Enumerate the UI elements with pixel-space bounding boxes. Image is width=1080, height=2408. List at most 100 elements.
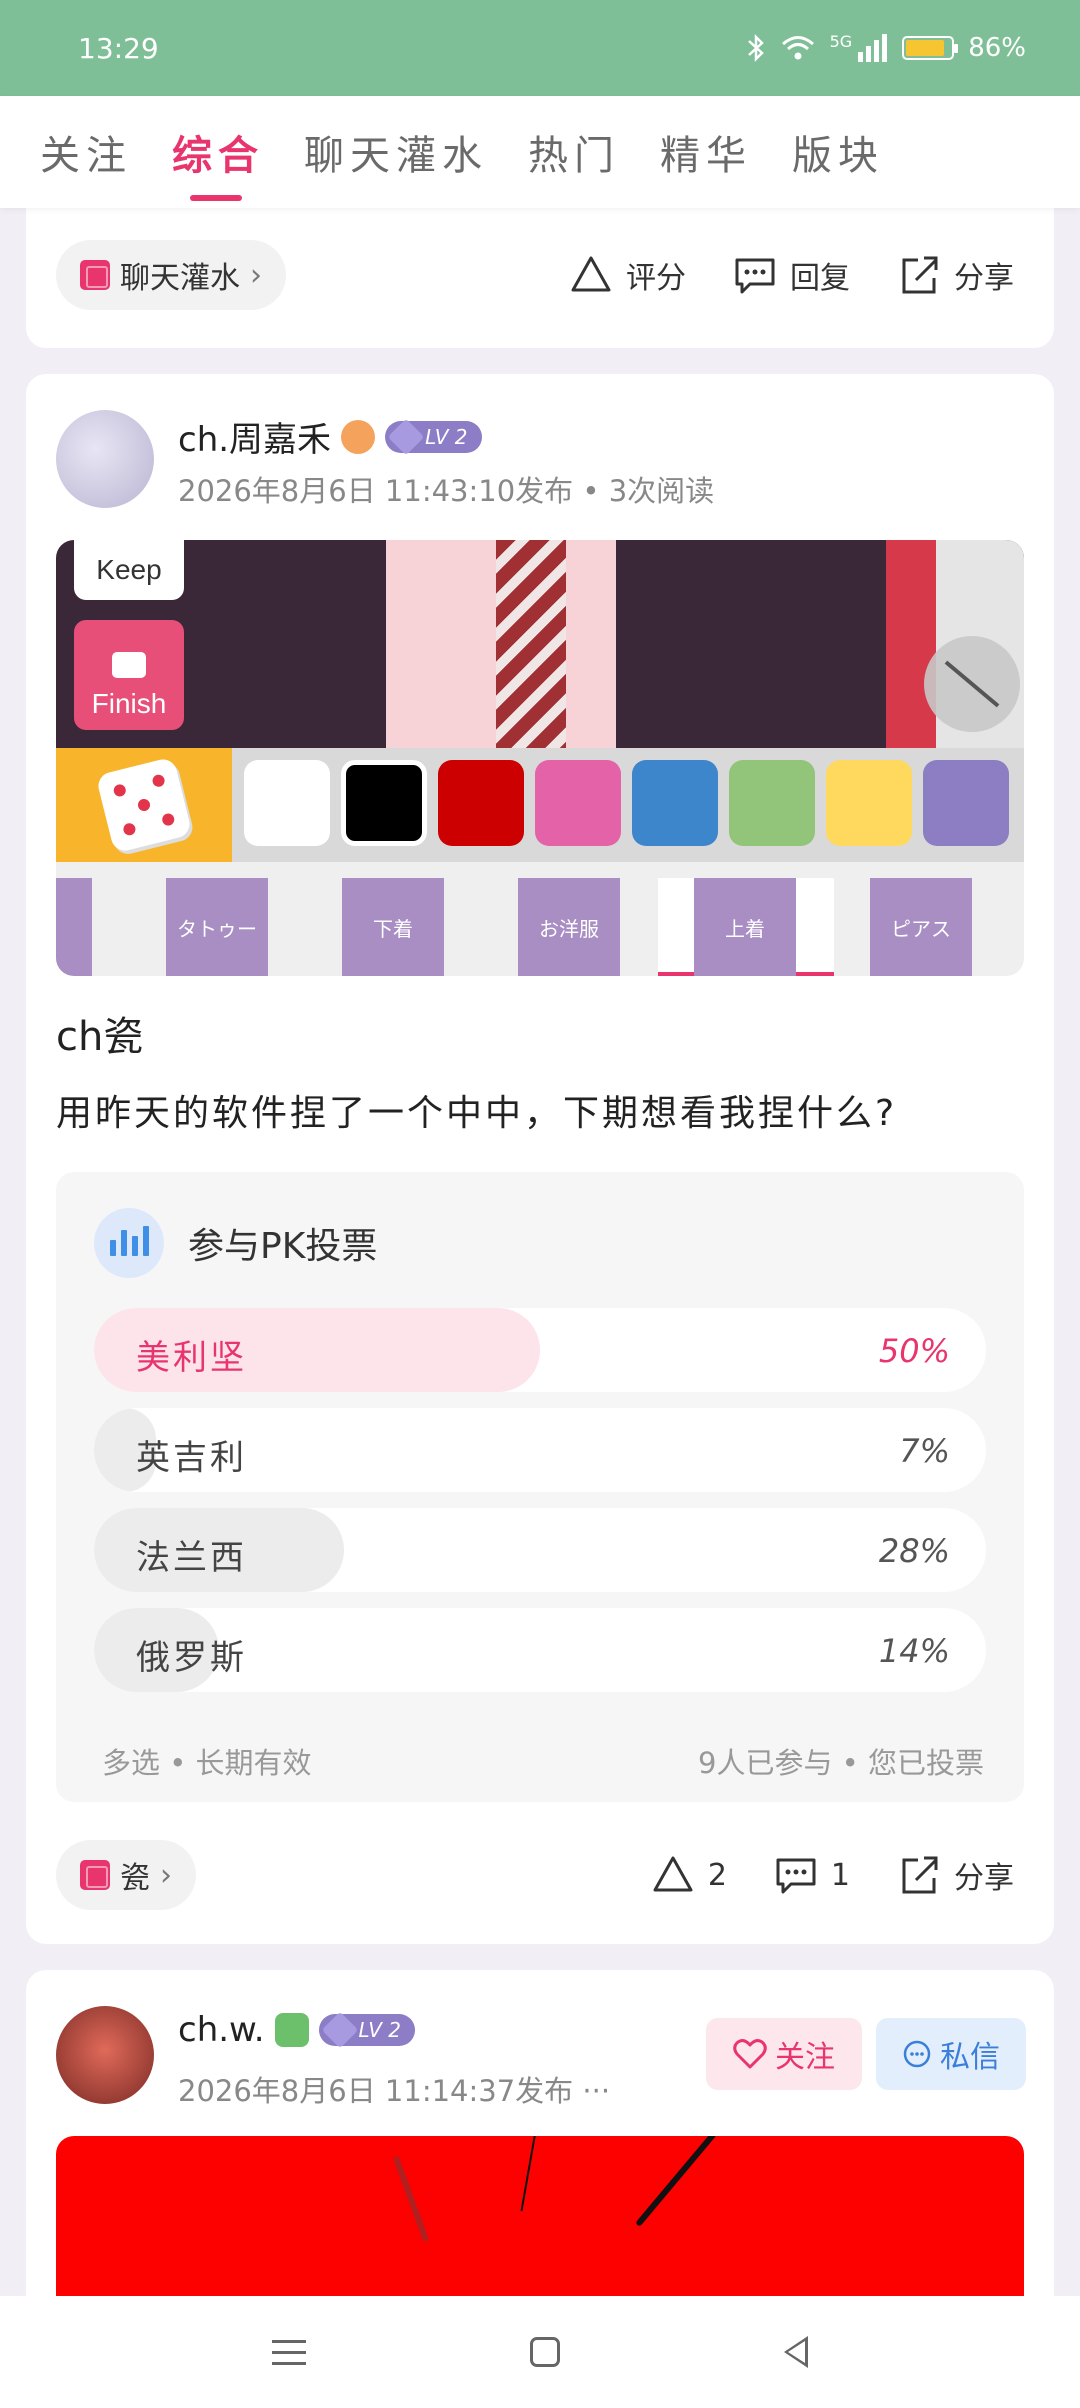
bluetooth-icon — [747, 33, 764, 63]
swatch-blue — [632, 760, 718, 846]
chat-bubble-icon — [903, 2040, 931, 2068]
poll-option-label: 英吉利 — [136, 1438, 247, 1478]
author-name[interactable]: ch.周嘉禾 — [178, 412, 331, 461]
status-bar: 13:29 5G 86% — [0, 0, 1080, 96]
finish-button: Finish — [74, 620, 184, 730]
tab-chat[interactable]: 聊天灌水 — [304, 123, 488, 181]
poll-option[interactable]: 法兰西 28% — [94, 1508, 986, 1592]
gem-icon — [321, 2011, 358, 2049]
poll-header: 参与PK投票 — [94, 1208, 377, 1278]
dice-icon — [56, 748, 232, 862]
poll-option[interactable]: 俄罗斯 14% — [94, 1608, 986, 1692]
post-title[interactable]: ch瓷 — [56, 1004, 143, 1062]
follow-button[interactable]: 关注 — [706, 2018, 862, 2090]
share-label: 分享 — [954, 261, 1014, 296]
poll-option-percent: 7% — [899, 1432, 950, 1470]
share-label: 分享 — [954, 1861, 1014, 1896]
level-text: LV 2 — [358, 2018, 401, 2042]
post-card: ch.周嘉禾 LV 2 2026年8月6日 11:43:10发布 • 3次阅读 … — [26, 374, 1054, 1944]
home-icon[interactable] — [530, 2337, 560, 2367]
image-stroke — [392, 2155, 430, 2243]
post-image[interactable]: Keep Finish タトゥー 下着 お洋服 上着 ピアス — [56, 540, 1024, 976]
swatch-red — [438, 760, 524, 846]
poll-option[interactable]: 英吉利 7% — [94, 1408, 986, 1492]
post-meta: 2026年8月6日 11:43:10发布 • 3次阅读 — [178, 474, 715, 508]
heart-icon — [733, 2039, 767, 2069]
rate-button[interactable]: 评分 — [568, 252, 686, 298]
network-type: 5G — [829, 31, 853, 51]
rate-label: 评分 — [626, 261, 686, 296]
clothing-tabs: タトゥー 下着 お洋服 上着 ピアス — [56, 862, 1024, 976]
tab-sections[interactable]: 版块 — [792, 123, 884, 181]
camera-icon — [112, 652, 146, 678]
wifi-icon — [781, 36, 814, 60]
tab-featured[interactable]: 精华 — [660, 123, 752, 181]
reply-button[interactable]: 1 — [773, 1852, 850, 1898]
back-icon[interactable] — [784, 2336, 808, 2368]
clothing-tab-partial — [56, 878, 92, 976]
poll-option[interactable]: 美利坚 50% — [94, 1308, 986, 1392]
status-time: 13:29 — [78, 31, 159, 65]
avatar[interactable] — [56, 2006, 154, 2104]
avatar[interactable] — [56, 410, 154, 508]
message-button[interactable]: 私信 — [876, 2018, 1026, 2090]
menu-icon[interactable] — [272, 2339, 306, 2365]
swatch-yellow — [826, 760, 912, 846]
rate-button[interactable]: 2 — [650, 1852, 727, 1898]
topic-chip[interactable]: 瓷 › — [56, 1840, 196, 1910]
reply-count: 1 — [830, 1857, 850, 1893]
clothing-tab-jacket: 上着 — [694, 878, 796, 976]
swatch-purple — [923, 760, 1009, 846]
chevron-right-icon: › — [250, 257, 262, 293]
keep-button: Keep — [74, 540, 184, 600]
clothing-tab-clothes: お洋服 — [518, 878, 620, 976]
battery-percent: 86% — [968, 33, 1026, 63]
topic-chip[interactable]: 聊天灌水 › — [56, 240, 286, 310]
chart-icon — [94, 1208, 164, 1278]
poll-option-percent: 14% — [878, 1632, 950, 1670]
level-badge: LV 2 — [385, 418, 482, 455]
share-button[interactable]: 分享 — [896, 252, 1014, 298]
rate-count: 2 — [707, 1857, 727, 1893]
poll-footer-right: 9人已参与 • 您已投票 — [698, 1746, 984, 1780]
topic-label: 聊天灌水 — [120, 261, 240, 296]
post-meta: 2026年8月6日 11:14:37发布 ··· — [178, 2074, 611, 2108]
color-palette — [56, 748, 1024, 862]
poll-option-percent: 50% — [878, 1332, 950, 1370]
poll: 参与PK投票 美利坚 50% 英吉利 7% 法兰西 28% 俄罗斯 14% 多选… — [56, 1172, 1024, 1802]
cube-icon — [80, 1860, 110, 1890]
gem-icon — [387, 418, 425, 455]
medal-icon — [274, 2013, 309, 2047]
tab-hot[interactable]: 热门 — [528, 123, 620, 181]
swatch-black — [341, 760, 427, 846]
battery-icon — [902, 36, 959, 60]
post-actions: 评分 回复 分享 — [568, 252, 1014, 298]
image-stroke — [520, 2136, 542, 2212]
swatch-green — [729, 760, 815, 846]
previous-post-card: 聊天灌水 › 评分 回复 分享 — [26, 208, 1054, 348]
swatch-white — [244, 760, 330, 846]
tab-general[interactable]: 综合 — [172, 123, 264, 201]
move-off-icon — [924, 636, 1020, 732]
finish-label: Finish — [91, 688, 167, 719]
clothing-tab-piercing: ピアス — [870, 878, 972, 976]
message-label: 私信 — [940, 2040, 1000, 2075]
category-tabs: 关注 综合 聊天灌水 热门 精华 版块 — [0, 96, 1080, 208]
rate-icon — [571, 256, 611, 292]
author-row: ch.w. LV 2 — [178, 2010, 415, 2050]
author-name[interactable]: ch.w. — [178, 2010, 265, 2050]
poll-option-percent: 28% — [878, 1532, 950, 1570]
level-text: LV 2 — [425, 424, 468, 449]
post-text[interactable]: 用昨天的软件捏了一个中中，下期想看我捏什么? — [56, 1084, 897, 1136]
post-actions: 2 1 分享 — [650, 1852, 1014, 1898]
tab-follow[interactable]: 关注 — [40, 123, 132, 181]
signal-icon — [858, 34, 888, 62]
comment-icon — [735, 258, 775, 294]
topic-label: 瓷 — [120, 1861, 150, 1896]
share-button[interactable]: 分享 — [896, 1852, 1014, 1898]
chevron-right-icon: › — [160, 1857, 172, 1893]
reply-label: 回复 — [790, 261, 850, 296]
reply-button[interactable]: 回复 — [732, 252, 850, 298]
medal-icon — [341, 419, 376, 454]
clothing-tab-tattoo: タトゥー — [166, 878, 268, 976]
